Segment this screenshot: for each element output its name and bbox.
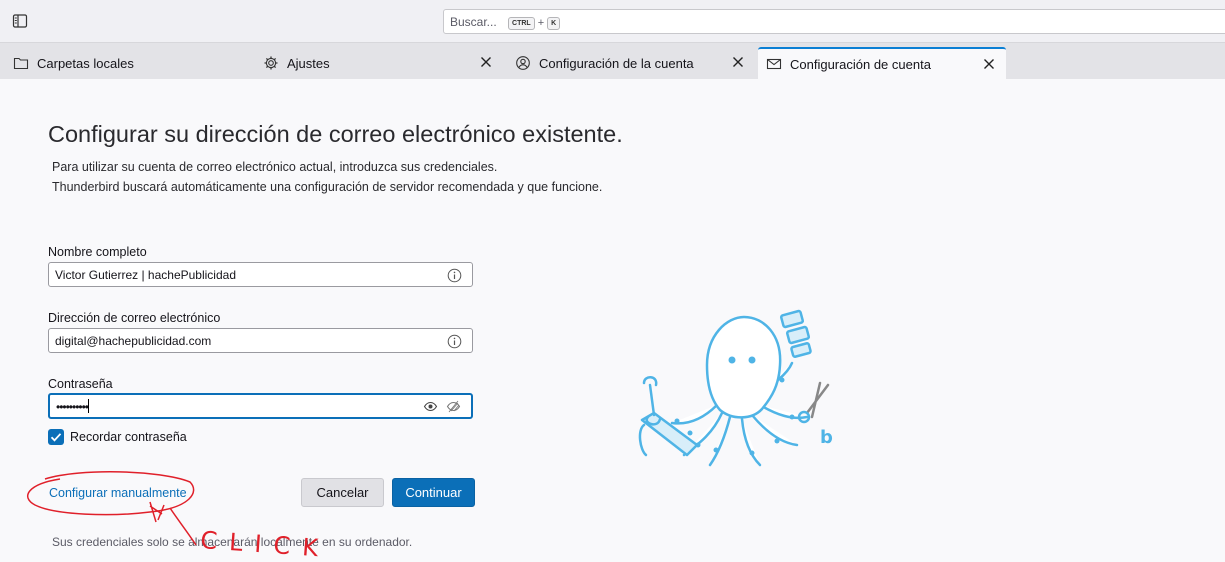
folder-icon [13, 57, 29, 70]
tab-label: Configuración de cuenta [790, 56, 931, 72]
close-icon[interactable] [731, 55, 745, 69]
remember-password-label: Recordar contraseña [70, 430, 187, 444]
search-placeholder: Buscar... [450, 15, 497, 29]
top-toolbar: Buscar... CTRL + K [0, 0, 1225, 43]
intro-text-line1: Para utilizar su cuenta de correo electr… [52, 160, 498, 174]
tab-local-folders[interactable]: Carpetas locales [13, 47, 253, 79]
tab-label: Carpetas locales [37, 55, 134, 71]
remember-password-checkbox[interactable] [48, 429, 64, 445]
thunderbird-octopus-mascot-icon: b [638, 309, 833, 467]
shortcut-key-k: K [547, 17, 561, 30]
eye-icon[interactable] [423, 399, 438, 414]
password-label: Contraseña [48, 377, 113, 391]
text-caret [88, 399, 90, 413]
info-icon[interactable] [447, 334, 462, 349]
email-input[interactable]: digital@hachepublicidad.com [48, 328, 473, 353]
password-value: •••••••••• [56, 400, 89, 414]
close-icon[interactable] [479, 55, 493, 69]
password-input[interactable]: •••••••••• [48, 393, 473, 419]
tab-account-settings[interactable]: Configuración de la cuenta [515, 47, 755, 79]
mascot-letter: b [820, 427, 833, 448]
tab-label: Ajustes [287, 55, 330, 71]
tab-account-setup[interactable]: Configuración de cuenta [758, 47, 1006, 79]
cancel-button[interactable]: Cancelar [301, 478, 384, 507]
email-label: Dirección de correo electrónico [48, 311, 221, 325]
account-setup-page: Configurar su dirección de correo electr… [0, 79, 1225, 562]
configure-manually-link[interactable]: Configurar manualmente [49, 486, 187, 500]
info-icon[interactable] [447, 268, 462, 283]
full-name-value: Victor Gutierrez | hachePublicidad [55, 268, 236, 282]
mail-icon [766, 58, 782, 70]
tab-settings[interactable]: Ajustes [263, 47, 503, 79]
full-name-input[interactable]: Victor Gutierrez | hachePublicidad [48, 262, 473, 287]
remember-password-row[interactable]: Recordar contraseña [48, 429, 187, 445]
intro-text-line2: Thunderbird buscará automáticamente una … [52, 180, 603, 194]
sidebar-toggle-icon[interactable] [12, 13, 28, 29]
eye-slash-icon[interactable] [446, 399, 461, 414]
account-settings-icon [516, 56, 530, 70]
shortcut-plus: + [537, 17, 545, 29]
gear-icon [264, 56, 278, 70]
global-search-input[interactable]: Buscar... CTRL + K [443, 9, 1225, 34]
close-icon[interactable] [982, 57, 996, 71]
shortcut-key-ctrl: CTRL [508, 17, 535, 30]
page-title: Configurar su dirección de correo electr… [48, 121, 623, 147]
credentials-note: Sus credenciales solo se almacenarán loc… [52, 535, 413, 549]
tab-bar: Carpetas locales Ajustes Configuración d… [0, 43, 1225, 79]
tab-label: Configuración de la cuenta [539, 55, 694, 71]
full-name-label: Nombre completo [48, 245, 147, 259]
continue-button[interactable]: Continuar [392, 478, 475, 507]
email-value: digital@hachepublicidad.com [55, 334, 212, 348]
checkmark-icon [50, 433, 62, 442]
